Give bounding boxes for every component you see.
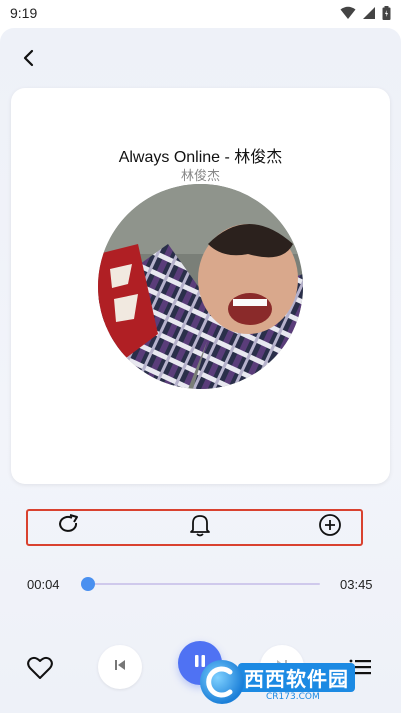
signal-icon — [362, 6, 376, 25]
watermark-brand: 西西软件园 — [238, 662, 355, 692]
album-art — [98, 184, 303, 389]
heart-icon — [27, 656, 53, 685]
song-artist: 林俊杰 — [180, 168, 220, 183]
plus-circle-icon — [318, 513, 342, 542]
song-title: Always Online - 林俊杰 — [118, 149, 283, 166]
watermark-logo — [200, 660, 244, 704]
status-time: 9:19 — [10, 5, 38, 21]
previous-button[interactable] — [98, 645, 142, 689]
battery-icon — [382, 6, 391, 25]
alarm-button[interactable] — [187, 515, 213, 541]
skip-previous-icon — [114, 658, 126, 676]
song-actions-bar — [26, 509, 363, 546]
status-icons — [340, 6, 391, 25]
favorite-button[interactable] — [24, 654, 56, 686]
now-playing-card: Always Online - 林俊杰 林俊杰 — [11, 88, 390, 484]
status-bar: 9:19 — [0, 0, 401, 28]
watermark-url: CR173.COM — [266, 691, 320, 702]
total-time: 03:45 — [340, 577, 373, 592]
repeat-button[interactable] — [56, 514, 82, 541]
watermark: 西西软件园 CR173.COM — [200, 657, 380, 707]
progress-slider[interactable] — [81, 577, 320, 591]
add-to-playlist-button[interactable] — [317, 513, 343, 542]
current-time: 00:04 — [27, 577, 60, 592]
repeat-icon — [57, 514, 81, 541]
back-button[interactable] — [14, 46, 42, 74]
wifi-icon — [340, 6, 356, 25]
chevron-left-icon — [21, 49, 35, 72]
bell-icon — [189, 513, 211, 542]
